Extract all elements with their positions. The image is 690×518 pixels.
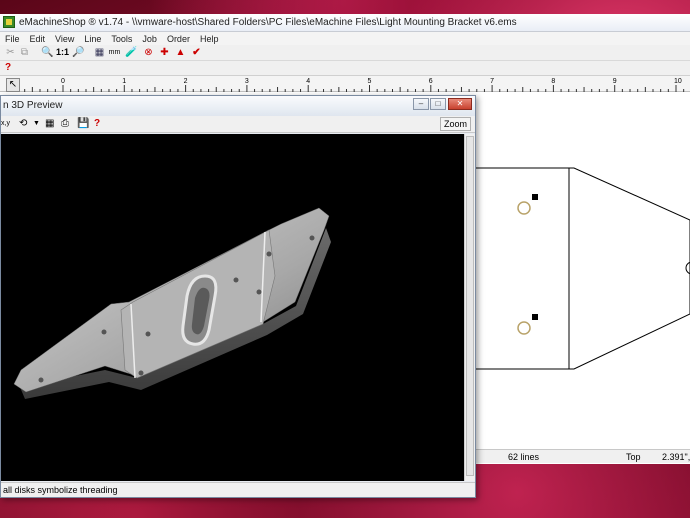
minimize-button[interactable]: – [413,98,429,110]
cut-icon[interactable]: ✂ [4,46,17,59]
check-icon[interactable]: ✔ [190,46,203,59]
pointer-tool-button[interactable]: ↖ [6,78,20,92]
material-icon[interactable]: 🧪 [125,46,138,59]
menu-bar: File Edit View Line Tools Job Order Help [0,32,690,45]
ruler-label: 1 [122,78,126,85]
ruler-label: 7 [490,78,494,85]
threading-icon[interactable]: ✚ [158,46,171,59]
status-view: Top [626,452,641,462]
app-icon [3,16,15,28]
ruler-label: 10 [674,78,682,85]
zoom-actual-button[interactable]: 1:1 [56,46,69,59]
preview-title-bar[interactable]: n 3D Preview – □ ✕ [1,96,475,116]
ruler-label: 0 [61,78,65,85]
menu-line[interactable]: Line [79,34,106,44]
axes-icon[interactable]: x,y [1,118,10,130]
status-line-count: 62 lines [508,452,540,462]
status-coords: 2.391", 3 [662,452,690,462]
main-title-bar[interactable]: eMachineShop ® v1.74 - \\vmware-host\Sha… [0,14,690,32]
part-outline-taper [568,167,690,370]
print-icon[interactable]: ⎙ [61,118,69,130]
hole-bottom [517,321,531,335]
help-icon[interactable]: ? [5,62,11,73]
ruler-label: 4 [306,78,310,85]
bracket-3d-model [13,207,331,399]
menu-order[interactable]: Order [162,34,195,44]
part-outline-left [476,167,570,370]
ruler-label: 8 [551,78,555,85]
main-toolbar: ✂ ⧉ 🔍 1:1 🔎 ▦ mm 🧪 ⊗ ✚ ▲ ✔ [0,45,690,61]
ruler-label: 6 [429,78,433,85]
menu-tools[interactable]: Tools [106,34,137,44]
hole-right [685,261,690,275]
preview-title: n 3D Preview [3,100,63,111]
window-title: eMachineShop ® v1.74 - \\vmware-host\Sha… [19,17,517,28]
ruler-label: 3 [245,78,249,85]
menu-file[interactable]: File [0,34,25,44]
main-status-bar: 62 lines Top 2.391", 3 [474,449,690,463]
rotate-icon[interactable]: ⟲ [19,118,27,130]
preview-scrollbar[interactable] [464,134,475,481]
price-icon[interactable]: ▲ [174,46,187,59]
zoom-out-icon[interactable]: 🔎 [72,46,85,59]
scrollbar-thumb[interactable] [466,136,474,476]
help-icon[interactable]: ? [94,118,100,130]
menu-help[interactable]: Help [195,34,224,44]
menu-job[interactable]: Job [137,34,162,44]
grid-icon[interactable]: ▦ [93,46,106,59]
preview-toolbar: x,y ⟲ ▼ ▦ ⎙ 💾 ? Zoom [1,116,475,133]
secondary-toolbar: ? [0,61,690,76]
units-button[interactable]: mm [108,46,121,59]
zoom-icon[interactable]: 🔍 [41,46,54,59]
hole-top [517,201,531,215]
preview-status-bar: all disks symbolize threading [1,482,475,497]
preview-window: n 3D Preview – □ ✕ x,y ⟲ ▼ ▦ ⎙ 💾 ? Zoom [0,95,476,498]
maximize-button[interactable]: □ [430,98,446,110]
menu-view[interactable]: View [50,34,79,44]
ruler-label: 2 [184,78,188,85]
render-icon[interactable]: ▦ [45,118,54,130]
finish-icon[interactable]: ⊗ [142,46,155,59]
save-icon[interactable]: 💾 [77,118,89,130]
menu-edit[interactable]: Edit [25,34,51,44]
thread-symbols [532,194,538,320]
ruler-label: 9 [613,78,617,85]
ruler-label: 5 [368,78,372,85]
top-ruler: 01234567891011 [0,76,690,92]
chevron-down-icon[interactable]: ▼ [33,118,40,130]
copy-icon[interactable]: ⧉ [18,46,31,59]
close-button[interactable]: ✕ [448,98,472,110]
ruler-svg: 01234567891011 [24,78,685,92]
zoom-button[interactable]: Zoom [439,117,471,131]
preview-viewport[interactable] [1,134,464,481]
